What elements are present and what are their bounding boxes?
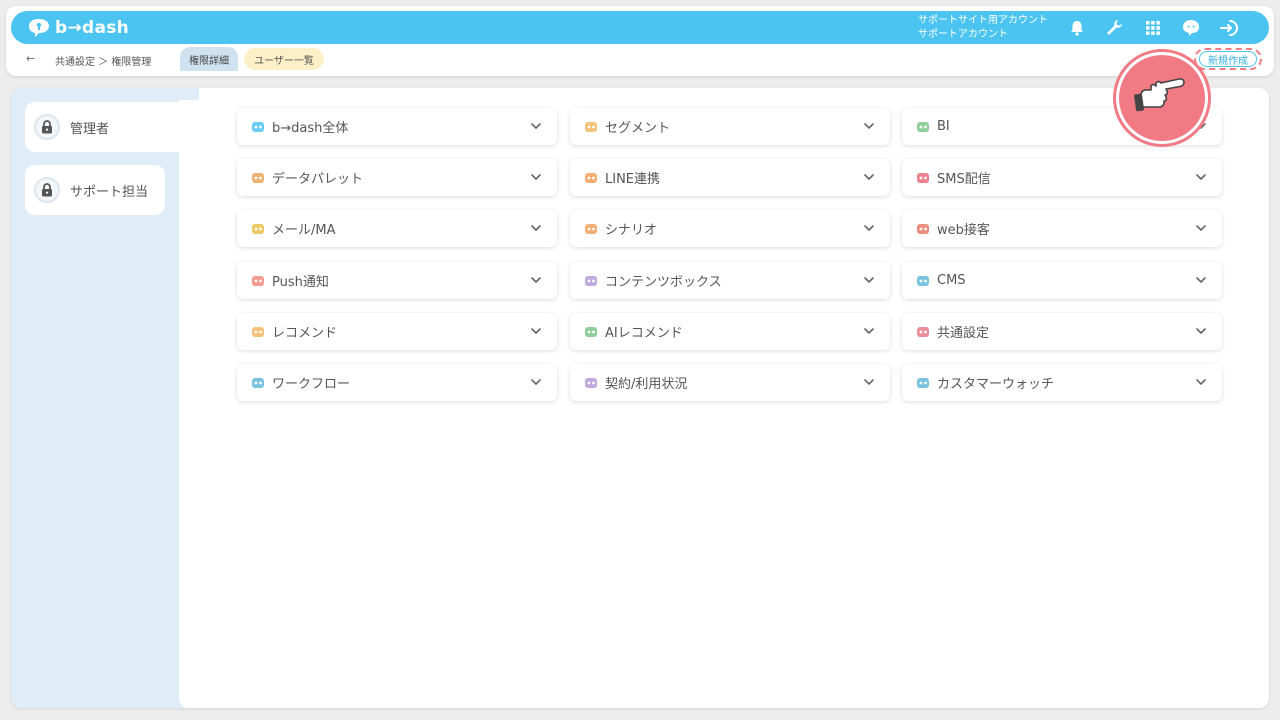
- sub-navigation: ← 共通設定 ＞ 権限管理 権限詳細 ユーザー一覧 新規作成: [6, 44, 1274, 76]
- module-label: メール/MA: [272, 223, 336, 238]
- ai-recommend-icon: [583, 324, 599, 340]
- module-label: ワークフロー: [272, 377, 351, 392]
- chevron-down-icon: [862, 328, 876, 335]
- chevron-down-icon: [862, 123, 876, 130]
- module-accordion[interactable]: web接客: [902, 210, 1222, 247]
- brand-logo[interactable]: b→dash: [25, 17, 129, 39]
- customer-watch-icon: [915, 375, 931, 391]
- bell-icon[interactable]: [1066, 17, 1088, 39]
- scenario-icon: [583, 221, 599, 237]
- sms-icon: [915, 170, 931, 186]
- segment-icon: [583, 119, 599, 135]
- bdash-logo-icon: [250, 119, 266, 135]
- account-name: サポートアカウント: [918, 29, 1008, 40]
- module-accordion[interactable]: b→dash全体: [237, 108, 557, 145]
- module-accordion[interactable]: データパレット: [237, 159, 557, 196]
- module-accordion[interactable]: CMS: [902, 262, 1222, 299]
- module-accordion[interactable]: 契約/利用状況: [570, 364, 890, 401]
- contract-icon: [583, 375, 599, 391]
- account-info[interactable]: サポートサイト用アカウント サポートアカウント: [918, 14, 1048, 42]
- module-label: コンテンツボックス: [605, 275, 722, 290]
- module-accordion[interactable]: シナリオ: [570, 210, 890, 247]
- chevron-down-icon: [1194, 277, 1208, 284]
- logout-icon[interactable]: [1218, 17, 1240, 39]
- new-create-button[interactable]: 新規作成: [1194, 48, 1262, 70]
- new-create-label: 新規作成: [1199, 51, 1257, 67]
- chevron-down-icon: [529, 174, 543, 181]
- module-accordion[interactable]: セグメント: [570, 108, 890, 145]
- module-accordion[interactable]: AIレコメンド: [570, 313, 890, 350]
- module-accordion[interactable]: メール/MA: [237, 210, 557, 247]
- module-accordion[interactable]: カスタマーウォッチ: [902, 364, 1222, 401]
- bi-chart-icon: [915, 119, 931, 135]
- module-accordion[interactable]: ワークフロー: [237, 364, 557, 401]
- module-label: データパレット: [272, 172, 364, 187]
- module-label: 契約/利用状況: [605, 377, 688, 392]
- chevron-down-icon: [1194, 379, 1208, 386]
- breadcrumb: 共通設定 ＞ 権限管理: [55, 57, 152, 68]
- module-accordion[interactable]: Push通知: [237, 262, 557, 299]
- chevron-down-icon: [1194, 328, 1208, 335]
- chevron-down-icon: [529, 277, 543, 284]
- pointer-hand-icon: [1116, 52, 1208, 144]
- chevron-down-icon: [529, 379, 543, 386]
- brand-name: b→dash: [55, 18, 130, 38]
- role-label: 管理者: [70, 121, 110, 137]
- tab-user-list[interactable]: ユーザー一覧: [244, 48, 324, 70]
- chevron-down-icon: [1194, 174, 1208, 181]
- module-label: LINE連携: [605, 172, 661, 187]
- module-label: カスタマーウォッチ: [937, 377, 1055, 392]
- grid-menu-icon[interactable]: [1142, 17, 1164, 39]
- web-icon: [915, 221, 931, 237]
- chevron-down-icon: [862, 225, 876, 232]
- chevron-down-icon: [862, 277, 876, 284]
- module-accordion[interactable]: 共通設定: [902, 313, 1222, 350]
- chevron-down-icon: [529, 123, 543, 130]
- role-item-admin[interactable]: 管理者: [25, 102, 185, 152]
- support-chat-icon[interactable]: [1180, 17, 1202, 39]
- module-label: AIレコメンド: [605, 326, 683, 341]
- module-label: b→dash全体: [272, 121, 349, 136]
- module-label: web接客: [937, 223, 990, 238]
- module-label: CMS: [937, 273, 966, 288]
- chevron-down-icon: [862, 379, 876, 386]
- line-icon: [583, 170, 599, 186]
- push-icon: [250, 273, 266, 289]
- role-item-support[interactable]: サポート担当: [25, 165, 165, 215]
- chevron-down-icon: [862, 174, 876, 181]
- module-label: Push通知: [272, 275, 329, 290]
- module-label: 共通設定: [937, 326, 990, 341]
- account-site: サポートサイト用アカウント: [918, 15, 1048, 26]
- bdash-logo-icon: [29, 19, 49, 37]
- recommend-icon: [250, 324, 266, 340]
- palette-icon: [250, 170, 266, 186]
- mail-icon: [250, 221, 266, 237]
- module-label: セグメント: [605, 121, 671, 136]
- cms-icon: [915, 273, 931, 289]
- back-button[interactable]: ←: [26, 52, 35, 65]
- chevron-down-icon: [529, 225, 543, 232]
- lock-icon: [34, 114, 60, 140]
- settings-icon: [915, 324, 931, 340]
- contents-box-icon: [583, 273, 599, 289]
- chevron-down-icon: [1194, 225, 1208, 232]
- role-label: サポート担当: [70, 184, 149, 200]
- workflow-icon: [250, 375, 266, 391]
- module-accordion[interactable]: レコメンド: [237, 313, 557, 350]
- chevron-down-icon: [529, 328, 543, 335]
- module-label: レコメンド: [272, 326, 338, 341]
- module-accordion[interactable]: コンテンツボックス: [570, 262, 890, 299]
- module-accordion[interactable]: LINE連携: [570, 159, 890, 196]
- app-header: b→dash サポートサイト用アカウント サポートアカウント: [11, 11, 1269, 44]
- module-label: シナリオ: [605, 223, 658, 238]
- module-accordion[interactable]: SMS配信: [902, 159, 1222, 196]
- tab-permission-detail[interactable]: 権限詳細: [180, 47, 238, 71]
- wrench-icon[interactable]: [1103, 17, 1125, 39]
- module-label: SMS配信: [937, 172, 991, 187]
- lock-icon: [34, 177, 60, 203]
